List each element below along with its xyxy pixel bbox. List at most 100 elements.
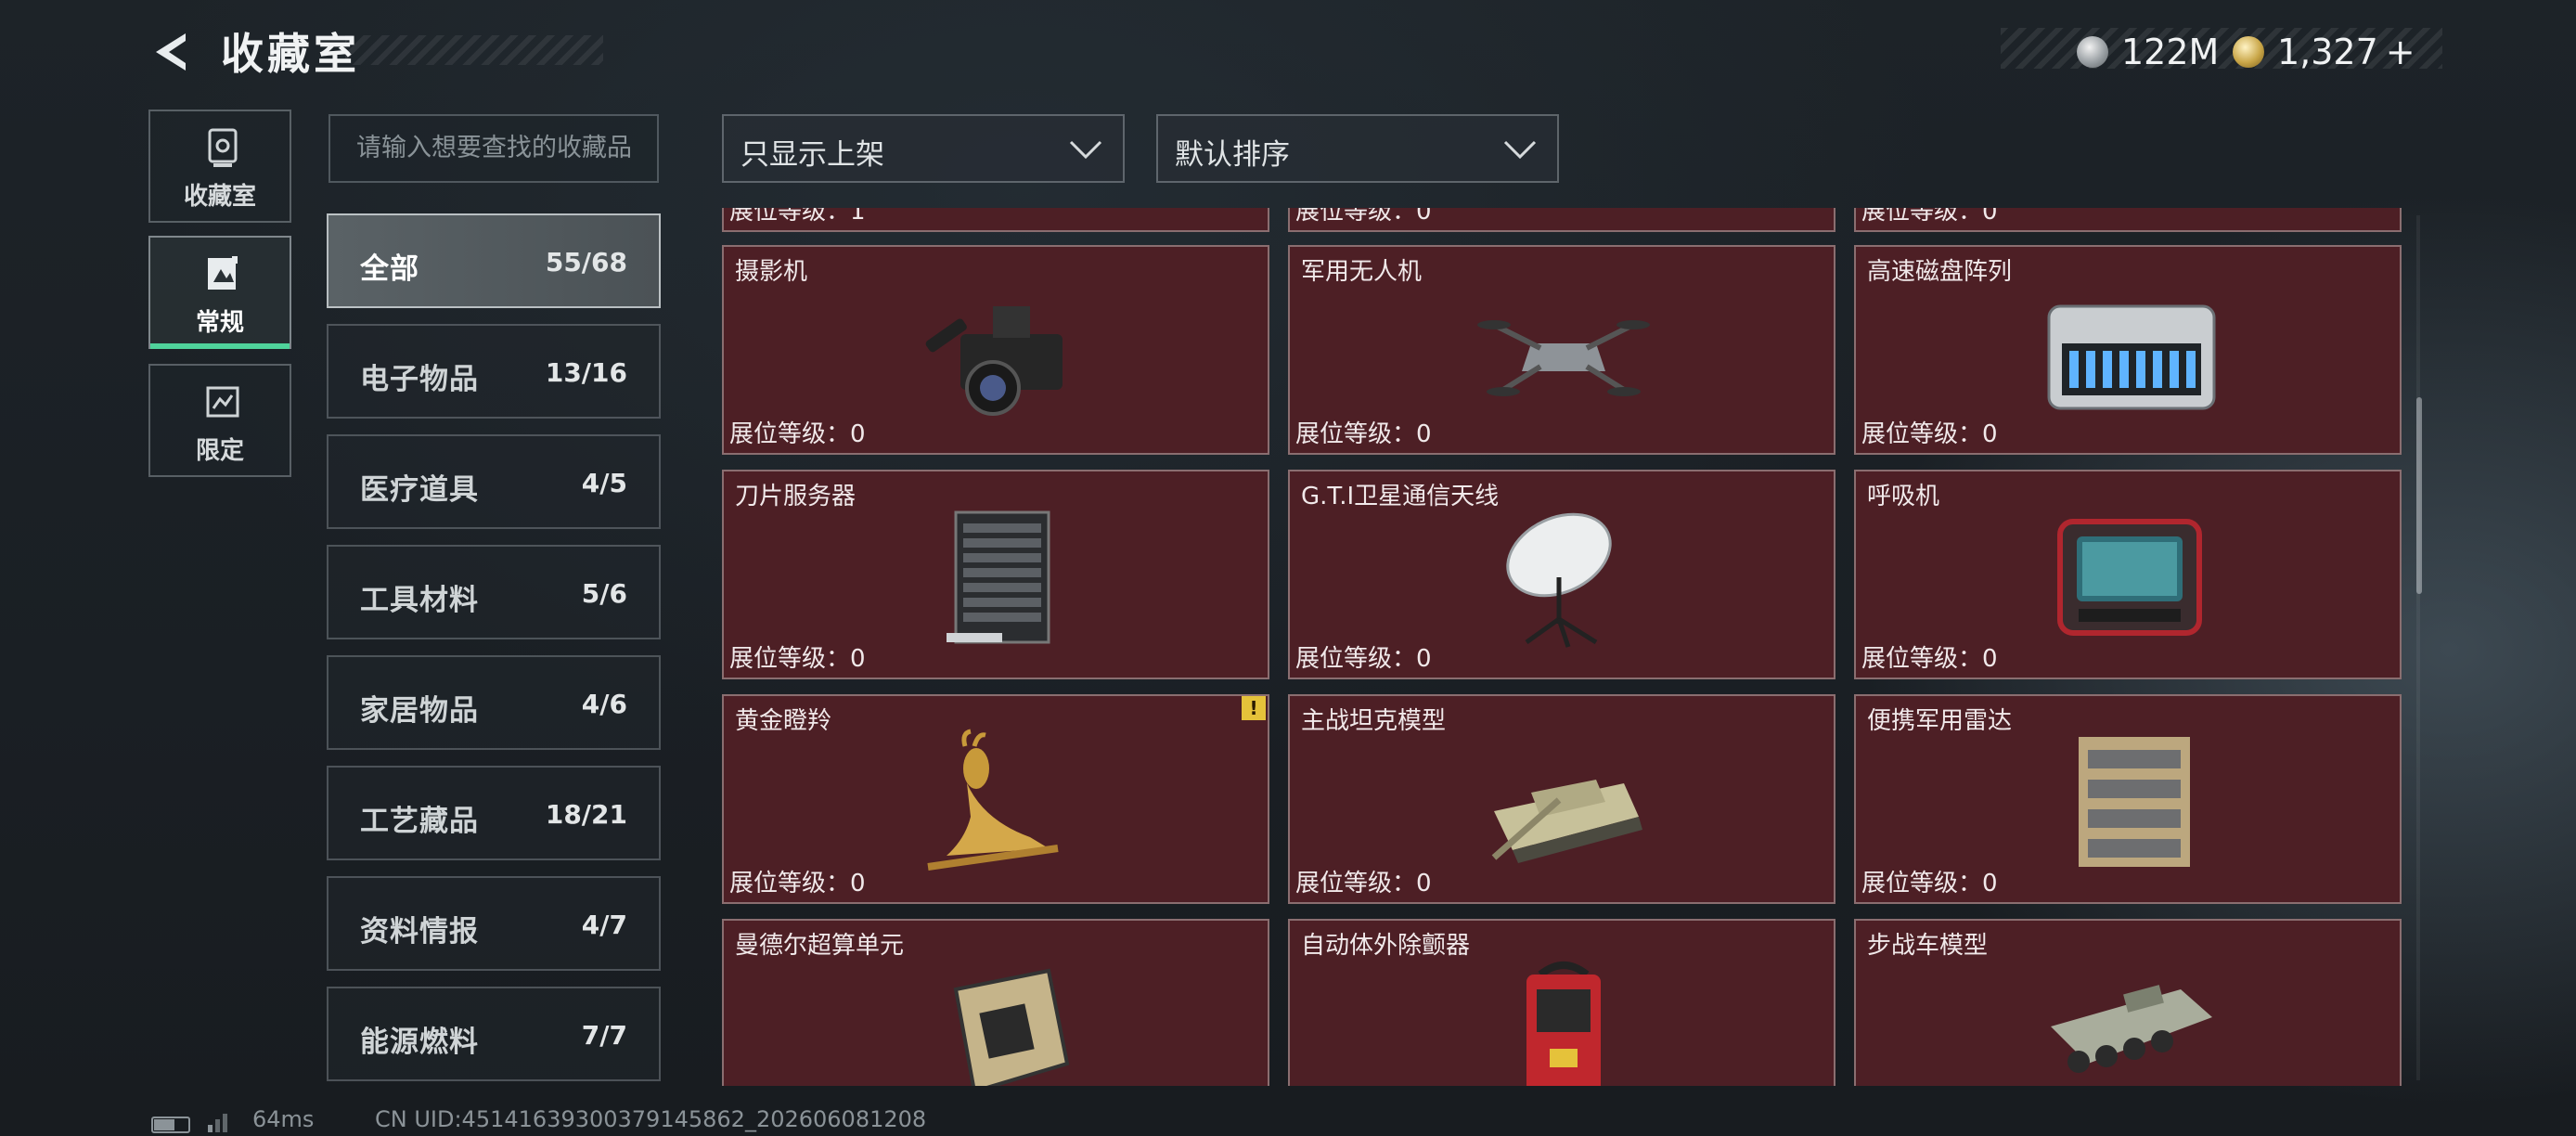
ventilator-icon xyxy=(2057,519,2202,636)
item-name: 曼德尔超算单元 xyxy=(735,932,905,960)
item-card-portable-radar[interactable]: 便携军用雷达 展位等级：0 xyxy=(1854,694,2402,904)
gold-triangle-coin-icon xyxy=(2233,36,2264,68)
grid-scrollbar-track[interactable] xyxy=(2416,215,2420,1080)
item-card[interactable]: 展位等级：0 xyxy=(1288,208,1835,232)
item-name: 摄影机 xyxy=(735,258,808,286)
drone-icon xyxy=(1477,320,1650,396)
nav-limited-label: 限定 xyxy=(195,437,244,465)
item-level: 展位等级：0 xyxy=(729,870,866,897)
page-title: 收藏室 xyxy=(221,29,360,79)
category-count: 13/16 xyxy=(545,357,627,388)
item-name: 高速磁盘阵列 xyxy=(1867,258,2013,286)
back-arrow-icon[interactable] xyxy=(148,28,197,76)
category-name: 工具材料 xyxy=(360,584,479,617)
grid-scrollbar-thumb[interactable] xyxy=(2416,397,2422,594)
limited-icon xyxy=(206,386,239,418)
item-card-golden-gazelle[interactable]: 黄金瞪羚 ! 展位等级：0 xyxy=(722,694,1269,904)
chevron-down-icon xyxy=(1503,140,1537,160)
currency-bar: 122M 1,327 + xyxy=(2001,28,2442,72)
item-card-satellite-antenna[interactable]: G.T.I卫星通信天线 展位等级：0 xyxy=(1288,470,1835,679)
disk-array-icon xyxy=(2047,304,2216,410)
vault-icon xyxy=(208,128,238,167)
nav-vault-label: 收藏室 xyxy=(183,183,256,211)
active-indicator xyxy=(150,343,290,349)
search-input[interactable] xyxy=(354,133,655,163)
item-card-blade-server[interactable]: 刀片服务器 展位等级：0 xyxy=(722,470,1269,679)
category-count: 4/6 xyxy=(581,689,627,719)
nav-limited[interactable]: 限定 xyxy=(148,364,291,477)
item-name: 步战车模型 xyxy=(1867,932,1989,960)
category-all[interactable]: 全部 55/68 xyxy=(327,213,661,308)
category-name: 能源燃料 xyxy=(360,1026,479,1059)
shelf-filter-dropdown[interactable]: 只显示上架 xyxy=(722,114,1125,183)
tank-model-icon xyxy=(1491,780,1642,863)
item-level: 展位等级：1 xyxy=(729,208,866,226)
category-energy[interactable]: 能源燃料 7/7 xyxy=(327,987,661,1081)
category-crafts[interactable]: 工艺藏品 18/21 xyxy=(327,766,661,860)
item-card-ifv-model[interactable]: 步战车模型 xyxy=(1854,919,2402,1086)
chevron-down-icon xyxy=(1069,140,1102,160)
regular-icon xyxy=(208,256,238,290)
item-card-tank-model[interactable]: 主战坦克模型 展位等级：0 xyxy=(1288,694,1835,904)
ifv-model-icon xyxy=(2051,985,2212,1073)
item-name: 主战坦克模型 xyxy=(1301,707,1447,735)
item-card-aed[interactable]: 自动体外除颤器 xyxy=(1288,919,1835,1086)
category-name: 全部 xyxy=(360,252,419,286)
category-count: 5/6 xyxy=(581,578,627,609)
warning-badge-icon: ! xyxy=(1242,696,1266,720)
item-card-mandel-unit[interactable]: 曼德尔超算单元 xyxy=(722,919,1269,1086)
item-level: 展位等级：0 xyxy=(1861,208,1998,226)
add-currency-button[interactable]: + xyxy=(2386,32,2415,72)
item-level: 展位等级：0 xyxy=(729,645,866,673)
sort-dropdown[interactable]: 默认排序 xyxy=(1156,114,1559,183)
category-name: 家居物品 xyxy=(360,694,479,728)
defibrillator-icon xyxy=(1526,962,1601,1086)
category-medical[interactable]: 医疗道具 4/5 xyxy=(327,434,661,529)
item-level: 展位等级：0 xyxy=(1295,208,1432,226)
ping-indicator: 64ms xyxy=(252,1106,315,1132)
item-name: 自动体外除颤器 xyxy=(1301,932,1471,960)
item-card[interactable]: 展位等级：0 xyxy=(1854,208,2402,232)
currency-coins: 122M xyxy=(2077,32,2219,72)
title-decoration xyxy=(345,35,603,65)
item-level: 展位等级：0 xyxy=(729,420,866,448)
premium-amount: 1,327 xyxy=(2277,32,2378,72)
category-name: 医疗道具 xyxy=(360,473,479,507)
satellite-dish-icon xyxy=(1506,512,1612,648)
currency-premium[interactable]: 1,327 + xyxy=(2233,32,2415,72)
sort-value: 默认排序 xyxy=(1175,138,1290,172)
item-name: 军用无人机 xyxy=(1301,258,1423,286)
item-level: 展位等级：0 xyxy=(1861,420,1998,448)
item-name: 刀片服务器 xyxy=(735,483,857,510)
camera-icon xyxy=(925,306,1063,416)
item-level: 展位等级：0 xyxy=(1295,645,1432,673)
item-name: 黄金瞪羚 xyxy=(735,707,832,735)
item-card-drone[interactable]: 军用无人机 展位等级：0 xyxy=(1288,245,1835,455)
category-count: 55/68 xyxy=(545,247,627,278)
item-card-camera[interactable]: 摄影机 展位等级：0 xyxy=(722,245,1269,455)
category-intel[interactable]: 资料情报 4/7 xyxy=(327,876,661,971)
item-card[interactable]: 展位等级：1 xyxy=(722,208,1269,232)
blade-server-icon xyxy=(947,510,1050,644)
category-electronics[interactable]: 电子物品 13/16 xyxy=(327,324,661,419)
category-count: 4/5 xyxy=(581,468,627,498)
battery-signal-icon xyxy=(151,1114,227,1133)
category-count: 18/21 xyxy=(545,799,627,830)
nav-regular-label: 常规 xyxy=(195,309,244,337)
collection-grid[interactable]: 展位等级：1 展位等级：0 展位等级：0 摄影机 展位等级：0 军用无人机 展位… xyxy=(722,208,2403,1086)
item-name: 便携军用雷达 xyxy=(1867,707,2013,735)
item-level: 展位等级：0 xyxy=(1295,420,1432,448)
item-card-ventilator[interactable]: 呼吸机 展位等级：0 xyxy=(1854,470,2402,679)
silver-coin-icon xyxy=(2077,36,2108,68)
search-box[interactable] xyxy=(328,114,659,183)
category-household[interactable]: 家居物品 4/6 xyxy=(327,655,661,750)
category-tools[interactable]: 工具材料 5/6 xyxy=(327,545,661,639)
item-level: 展位等级：0 xyxy=(1861,645,1998,673)
item-level: 展位等级：0 xyxy=(1295,870,1432,897)
nav-regular[interactable]: 常规 xyxy=(148,236,291,349)
item-card-disk-array[interactable]: 高速磁盘阵列 展位等级：0 xyxy=(1854,245,2402,455)
nav-vault[interactable]: 收藏室 xyxy=(148,110,291,223)
golden-gazelle-icon xyxy=(927,729,1059,871)
shelf-filter-value: 只显示上架 xyxy=(741,138,884,172)
category-name: 工艺藏品 xyxy=(360,805,479,838)
